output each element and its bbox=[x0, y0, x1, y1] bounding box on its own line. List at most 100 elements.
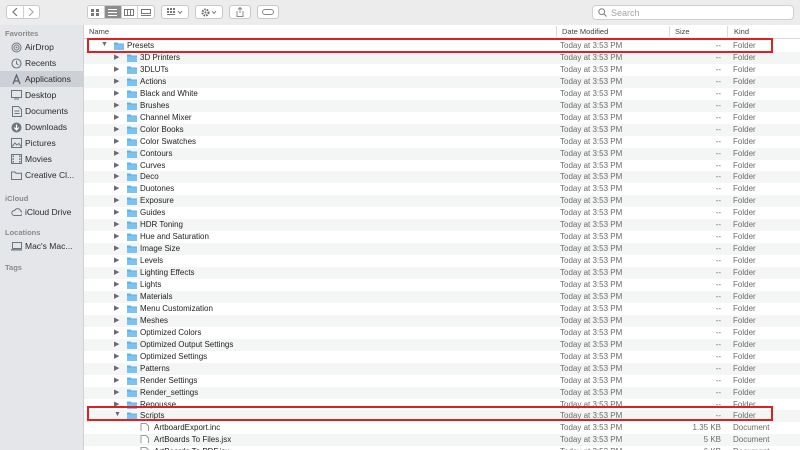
gallery-view-button[interactable] bbox=[138, 6, 154, 18]
arrange-button[interactable] bbox=[161, 5, 189, 19]
disclosure-collapsed-icon[interactable]: ▶ bbox=[114, 232, 119, 240]
disclosure-collapsed-icon[interactable]: ▶ bbox=[114, 101, 119, 109]
action-button[interactable] bbox=[195, 5, 223, 19]
folder-row[interactable]: ▶ Render Settings Today at 3:53 PM -- Folder bbox=[84, 375, 800, 387]
file-row[interactable]: ArtBoards To PDF.jsxToday at 3:53 PM6 KB… bbox=[84, 446, 800, 450]
folder-row[interactable]: ▶ Exposure Today at 3:53 PM -- Folder bbox=[84, 195, 800, 208]
disclosure-collapsed-icon[interactable]: ▶ bbox=[114, 172, 119, 180]
folder-row[interactable]: ▶ Curves Today at 3:53 PM -- Folder bbox=[84, 160, 800, 172]
folder-row[interactable]: ▶ Materials Today at 3:53 PM -- Folder bbox=[84, 290, 800, 303]
size-column-header[interactable]: Size bbox=[675, 27, 690, 36]
back-button[interactable] bbox=[7, 6, 24, 18]
folder-row[interactable]: ▶ Repousse Today at 3:53 PM -- Folder bbox=[84, 399, 800, 411]
folder-row[interactable]: ▶ Patterns Today at 3:53 PM -- Folder bbox=[84, 362, 800, 375]
disclosure-collapsed-icon[interactable]: ▶ bbox=[114, 256, 119, 264]
sidebar-item-desktop[interactable]: Desktop bbox=[0, 87, 83, 103]
sidebar-item-downloads[interactable]: Downloads bbox=[0, 119, 83, 135]
sidebar-item-recents[interactable]: Recents bbox=[0, 55, 83, 71]
folder-row[interactable]: ▶ Color Swatches Today at 3:53 PM -- Folder bbox=[84, 136, 800, 148]
folder-row[interactable]: ▶ Render_settings Today at 3:53 PM -- Folder bbox=[84, 386, 800, 399]
disclosure-collapsed-icon[interactable]: ▶ bbox=[114, 364, 119, 372]
folder-row[interactable]: ▶ Menu Customization Today at 3:53 PM -- Fol… bbox=[84, 303, 800, 315]
folder-row[interactable]: ▶ Deco Today at 3:53 PM -- Folder bbox=[84, 171, 800, 184]
disclosure-collapsed-icon[interactable]: ▶ bbox=[114, 208, 119, 216]
item-name: Duotones bbox=[140, 184, 175, 194]
folder-row[interactable]: ▶ Optimized Output Settings Today at 3:53 … bbox=[84, 338, 800, 351]
disclosure-expanded-icon[interactable]: ▼ bbox=[101, 41, 108, 48]
folder-row[interactable]: ▶ Black and White Today at 3:53 PM -- Folder bbox=[84, 88, 800, 100]
disclosure-collapsed-icon[interactable]: ▶ bbox=[114, 53, 119, 61]
folder-row[interactable]: ▶ Lights Today at 3:53 PM -- Folder bbox=[84, 279, 800, 291]
folder-row[interactable]: ▶ Hue and Saturation Today at 3:53 PM -- Fol… bbox=[84, 231, 800, 243]
folder-row[interactable]: ▼ Scripts Today at 3:53 PM -- Folder bbox=[84, 410, 800, 423]
disclosure-collapsed-icon[interactable]: ▶ bbox=[114, 352, 119, 360]
folder-row[interactable]: ▶ Color Books Today at 3:53 PM -- Folder bbox=[84, 123, 800, 136]
list-view-button[interactable] bbox=[104, 6, 122, 18]
disclosure-collapsed-icon[interactable]: ▶ bbox=[114, 280, 119, 288]
disclosure-collapsed-icon[interactable]: ▶ bbox=[114, 220, 119, 228]
kind-column-header[interactable]: Kind bbox=[734, 27, 749, 36]
date-column-header[interactable]: Date Modified bbox=[562, 27, 608, 36]
disclosure-collapsed-icon[interactable]: ▶ bbox=[114, 268, 119, 276]
sidebar-item-pictures[interactable]: Pictures bbox=[0, 135, 83, 151]
disclosure-collapsed-icon[interactable]: ▶ bbox=[114, 316, 119, 324]
folder-row[interactable]: ▶ Meshes Today at 3:53 PM -- Folder bbox=[84, 314, 800, 327]
disclosure-collapsed-icon[interactable]: ▶ bbox=[114, 77, 119, 85]
sidebar-item-documents[interactable]: Documents bbox=[0, 103, 83, 119]
disclosure-collapsed-icon[interactable]: ▶ bbox=[114, 137, 119, 145]
folder-row[interactable]: ▶ Channel Mixer Today at 3:53 PM -- Folder bbox=[84, 112, 800, 124]
disclosure-collapsed-icon[interactable]: ▶ bbox=[114, 149, 119, 157]
folder-row[interactable]: ▶ 3DLUTs Today at 3:53 PM -- Folder bbox=[84, 64, 800, 76]
folder-icon bbox=[11, 170, 22, 181]
folder-row[interactable]: ▶ Duotones Today at 3:53 PM -- Folder bbox=[84, 183, 800, 195]
sidebar-item-creative-cloud[interactable]: Creative Cl... bbox=[0, 167, 83, 183]
sidebar-item-icloud-drive[interactable]: iCloud Drive bbox=[0, 204, 83, 220]
search-field[interactable] bbox=[592, 5, 794, 20]
sidebar-item-macs-mac[interactable]: Mac's Mac... bbox=[0, 238, 83, 254]
disclosure-collapsed-icon[interactable]: ▶ bbox=[114, 376, 119, 384]
disclosure-collapsed-icon[interactable]: ▶ bbox=[114, 196, 119, 204]
disclosure-collapsed-icon[interactable]: ▶ bbox=[114, 113, 119, 121]
column-view-button[interactable] bbox=[122, 6, 139, 18]
folder-row[interactable]: ▶ Brushes Today at 3:53 PM -- Folder bbox=[84, 99, 800, 112]
sidebar-item-movies[interactable]: Movies bbox=[0, 151, 83, 167]
folder-icon bbox=[127, 102, 137, 110]
disclosure-collapsed-icon[interactable]: ▶ bbox=[114, 388, 119, 396]
disclosure-collapsed-icon[interactable]: ▶ bbox=[114, 65, 119, 73]
disclosure-collapsed-icon[interactable]: ▶ bbox=[114, 161, 119, 169]
disclosure-collapsed-icon[interactable]: ▶ bbox=[114, 89, 119, 97]
file-row[interactable]: ArtBoards To Files.jsx Today at 3:53 PM 5 … bbox=[84, 434, 800, 447]
disclosure-collapsed-icon[interactable]: ▶ bbox=[114, 292, 119, 300]
folder-row[interactable]: ▶ 3D Printers Today at 3:53 PM -- Folder bbox=[84, 51, 800, 64]
file-row[interactable]: ArtboardExport.inc Today at 3:53 PM 1.35 K… bbox=[84, 422, 800, 434]
disclosure-collapsed-icon[interactable]: ▶ bbox=[114, 244, 119, 252]
icon-view-button[interactable] bbox=[88, 6, 105, 18]
disclosure-collapsed-icon[interactable]: ▶ bbox=[114, 184, 119, 192]
forward-button[interactable] bbox=[24, 6, 40, 18]
item-name: Optimized Output Settings bbox=[140, 339, 234, 349]
item-size: -- bbox=[715, 327, 721, 337]
disclosure-collapsed-icon[interactable]: ▶ bbox=[114, 340, 119, 348]
sidebar-item-airdrop[interactable]: AirDrop bbox=[0, 39, 83, 55]
disclosure-collapsed-icon[interactable]: ▶ bbox=[114, 400, 119, 408]
folder-row[interactable]: ▶ Actions Today at 3:53 PM -- Folder bbox=[84, 75, 800, 88]
share-button[interactable] bbox=[229, 5, 251, 19]
disclosure-collapsed-icon[interactable]: ▶ bbox=[114, 125, 119, 133]
folder-row[interactable]: ▼ Presets Today at 3:53 PM -- Folder bbox=[84, 40, 800, 52]
disclosure-collapsed-icon[interactable]: ▶ bbox=[114, 304, 119, 312]
folder-row[interactable]: ▶ Optimized Colors Today at 3:53 PM -- Folde… bbox=[84, 327, 800, 339]
folder-row[interactable]: ▶ Levels Today at 3:53 PM -- Folder bbox=[84, 255, 800, 267]
folder-row[interactable]: ▶ Contours Today at 3:53 PM -- Folder bbox=[84, 147, 800, 160]
name-column-header[interactable]: Name bbox=[89, 27, 109, 36]
folder-row[interactable]: ▶ Guides Today at 3:53 PM -- Folder bbox=[84, 207, 800, 219]
disclosure-expanded-icon[interactable]: ▼ bbox=[114, 411, 121, 418]
sidebar-item-applications[interactable]: Applications bbox=[0, 71, 83, 87]
item-size: -- bbox=[715, 148, 721, 158]
disclosure-collapsed-icon[interactable]: ▶ bbox=[114, 328, 119, 336]
search-input[interactable] bbox=[611, 7, 781, 18]
folder-row[interactable]: ▶ Lighting Effects Today at 3:53 PM -- Folde… bbox=[84, 267, 800, 280]
folder-row[interactable]: ▶ Image Size Today at 3:53 PM -- Folder bbox=[84, 243, 800, 256]
folder-row[interactable]: ▶ HDR Toning Today at 3:53 PM -- Folder bbox=[84, 219, 800, 232]
folder-row[interactable]: ▶ Optimized Settings Today at 3:53 PM -- Fol… bbox=[84, 351, 800, 363]
tag-button[interactable] bbox=[257, 5, 279, 19]
